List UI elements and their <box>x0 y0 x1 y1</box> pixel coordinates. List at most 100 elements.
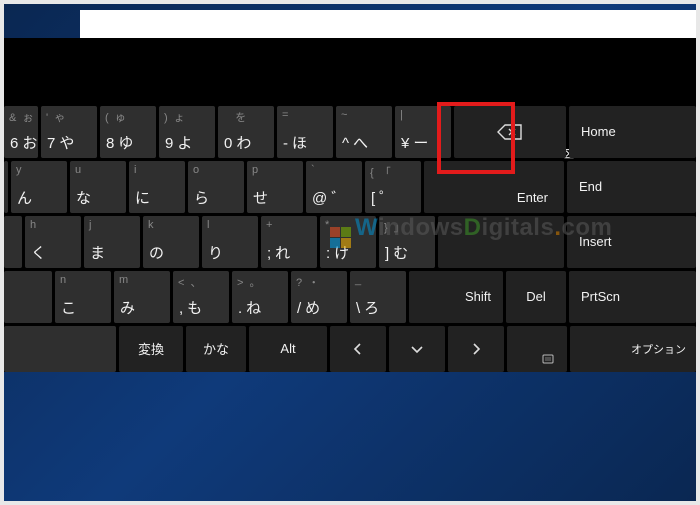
key-kana: ゜ <box>379 187 394 208</box>
key-kana: ん <box>17 187 32 208</box>
key-h[interactable]: hく <box>25 216 81 268</box>
key-row-2: yん uな iに oら pせ `@゛ { 「[゜ Enter End <box>4 161 696 213</box>
key-arrow-left[interactable] <box>330 326 386 372</box>
key-main: [ <box>371 190 375 207</box>
key-semicolon[interactable]: +;れ <box>261 216 317 268</box>
key-sup: ' ゃ <box>46 109 65 125</box>
key-label: Home <box>581 124 616 139</box>
key-sup: y <box>16 164 22 176</box>
key-home[interactable]: Home <box>569 106 696 158</box>
key-sup: h <box>30 219 36 231</box>
key-backslash[interactable]: _\ろ <box>350 271 406 323</box>
key-u[interactable]: uな <box>70 161 126 213</box>
key-backspace[interactable] <box>454 106 566 158</box>
key-blank[interactable] <box>507 326 567 372</box>
key-enter-bottom[interactable] <box>438 216 564 268</box>
key-at[interactable]: `@゛ <box>306 161 362 213</box>
key-slash[interactable]: ? ・/め <box>291 271 347 323</box>
key-main: ] <box>385 245 389 262</box>
key-7[interactable]: ' ゃ 7や <box>41 106 97 158</box>
key-kana: ー <box>413 132 428 153</box>
key-kana: ら <box>194 187 209 208</box>
window-titlebar <box>80 10 696 38</box>
key-label: Enter <box>517 190 548 205</box>
key-prtscn[interactable]: PrtScn <box>569 271 696 323</box>
key-6[interactable]: & ぉ 6お <box>4 106 38 158</box>
key-kana: の <box>149 242 164 263</box>
key-y[interactable]: yん <box>11 161 67 213</box>
chevron-right-icon <box>469 342 483 356</box>
key-k[interactable]: kの <box>143 216 199 268</box>
key-main: ; <box>267 245 271 262</box>
key-bracket-open[interactable]: { 「[゜ <box>365 161 421 213</box>
key-period[interactable]: > 。.ね <box>232 271 288 323</box>
key-shift[interactable]: Shift <box>409 271 503 323</box>
key-main: . <box>238 300 242 317</box>
key-henkan[interactable]: 変換 <box>119 326 183 372</box>
key-kana: こ <box>61 297 76 318</box>
key-i[interactable]: iに <box>129 161 185 213</box>
key-main: : <box>326 245 330 262</box>
key-p[interactable]: pせ <box>247 161 303 213</box>
key-alt[interactable]: Alt <box>249 326 327 372</box>
key-slice[interactable] <box>4 161 8 213</box>
key-end[interactable]: End <box>567 161 696 213</box>
key-kana: く <box>31 242 46 263</box>
key-caret[interactable]: ~ ^へ <box>336 106 392 158</box>
key-del[interactable]: Del <box>506 271 566 323</box>
key-n[interactable]: nこ <box>55 271 111 323</box>
key-row-4: nこ mみ < 、,も > 。.ね ? ・/め _\ろ Shift Del Pr… <box>4 271 696 323</box>
key-insert[interactable]: Insert <box>567 216 696 268</box>
backspace-icon <box>497 124 523 140</box>
key-0[interactable]: を 0わ <box>218 106 274 158</box>
key-main: 9 <box>165 135 173 152</box>
key-kana[interactable]: かな <box>186 326 246 372</box>
chevron-left-icon <box>351 342 365 356</box>
key-sup: ~ <box>341 109 347 121</box>
key-main: 6 <box>10 135 18 152</box>
key-bracket-close[interactable]: } 」]む <box>379 216 435 268</box>
key-comma[interactable]: < 、,も <box>173 271 229 323</box>
key-l[interactable]: lり <box>202 216 258 268</box>
key-sup: _ <box>355 274 361 286</box>
key-j[interactable]: jま <box>84 216 140 268</box>
key-kana: ね <box>246 297 261 318</box>
key-sup: ) ょ <box>164 109 185 125</box>
key-sup: o <box>193 164 199 176</box>
key-minus[interactable]: = -ほ <box>277 106 333 158</box>
key-label: かな <box>203 339 229 358</box>
key-sup: | <box>400 109 403 121</box>
key-kana: や <box>59 132 74 153</box>
key-slice[interactable] <box>4 271 52 323</box>
key-enter-top[interactable]: Enter <box>424 161 564 213</box>
key-label: Insert <box>579 234 612 249</box>
key-space-slice[interactable] <box>4 326 116 372</box>
key-main: ^ <box>342 135 349 152</box>
key-kana: り <box>208 242 223 263</box>
key-main: \ <box>356 300 360 317</box>
key-kana: ゛ <box>331 187 346 208</box>
key-main: / <box>297 300 301 317</box>
key-8[interactable]: ( ゅ 8ゆ <box>100 106 156 158</box>
key-sup: } 」 <box>384 219 405 235</box>
key-colon[interactable]: *:け <box>320 216 376 268</box>
key-sup: ? ・ <box>296 274 319 290</box>
key-main: - <box>283 135 288 152</box>
key-kana: よ <box>177 132 192 153</box>
key-o[interactable]: oら <box>188 161 244 213</box>
key-sup: l <box>207 219 209 231</box>
key-9[interactable]: ) ょ 9よ <box>159 106 215 158</box>
key-row-3: hく jま kの lり +;れ *:け } 」]む Insert <box>4 216 696 268</box>
key-slice[interactable] <box>4 216 22 268</box>
key-sup: > 。 <box>237 274 261 290</box>
key-kana: ほ <box>292 132 307 153</box>
key-arrow-down[interactable] <box>389 326 445 372</box>
chevron-down-icon <box>410 342 424 356</box>
key-arrow-right[interactable] <box>448 326 504 372</box>
key-label: Del <box>526 289 546 304</box>
key-yen[interactable]: | ¥ー <box>395 106 451 158</box>
key-kana: お <box>22 132 37 153</box>
key-option[interactable]: オプション <box>570 326 696 372</box>
key-m[interactable]: mみ <box>114 271 170 323</box>
key-kana: な <box>76 187 91 208</box>
